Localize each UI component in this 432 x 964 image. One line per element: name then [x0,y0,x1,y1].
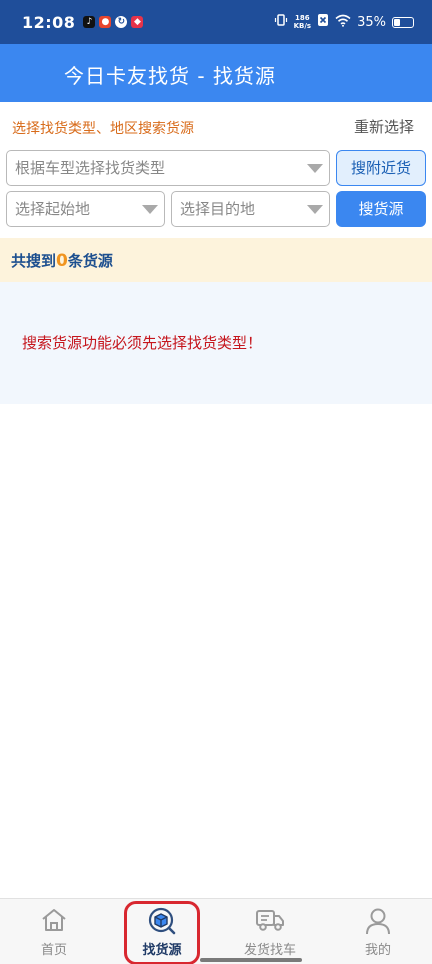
tab-profile[interactable]: 我的 [324,899,432,964]
bottom-tab-bar: 首页 找货源 发货找车 我的 [0,898,432,964]
cargo-type-select[interactable]: 根据车型选择找货类型 [6,150,330,186]
tab-ship-find-truck[interactable]: 发货找车 [216,899,324,964]
cargo-search-icon [148,907,176,939]
network-speed: 186 KB/s [293,14,312,30]
status-right: 186 KB/s 35% [274,13,414,31]
filter-hint: 选择找货类型、地区搜索货源 [12,121,194,137]
filter-hint-row: 选择找货类型、地区搜索货源 重新选择 [0,108,432,146]
truck-icon [255,907,285,937]
origin-select-value: 选择起始地 [15,200,91,218]
tab-find-cargo-label: 找货源 [142,943,182,958]
search-error-message: 搜索货源功能必须先选择找货类型！ [22,334,263,352]
battery-percent: 35% [357,14,386,30]
tab-home[interactable]: 首页 [0,899,108,964]
tab-ship-find-truck-label: 发货找车 [243,943,296,958]
home-icon [40,907,68,937]
result-count-bar: 共搜到0条货源 [0,238,432,282]
notification-icons: ♪ ● ↻ ◆ [83,16,144,28]
chevron-down-icon [307,164,323,173]
destination-select[interactable]: 选择目的地 [171,191,330,227]
chevron-down-icon [307,205,323,214]
tab-find-cargo[interactable]: 找货源 [108,899,216,964]
cargo-type-select-value: 根据车型选择找货类型 [15,159,166,177]
home-indicator[interactable] [200,958,302,962]
result-count: 共搜到0条货源 [11,251,113,271]
status-time: 12:08 [22,12,76,32]
result-list: 搜索货源功能必须先选择找货类型！ [0,282,432,404]
status-bar: 12:08 ♪ ● ↻ ◆ 186 KB/s 35% [0,0,432,44]
tab-profile-label: 我的 [364,943,391,958]
search-cargo-button[interactable]: 搜货源 [336,191,426,227]
page-title: 今日卡友找货 - 找货源 [64,64,276,88]
reset-selection-button[interactable]: 重新选择 [354,116,414,137]
sync-icon: ↻ [115,16,128,28]
app-notification-icon: ● [99,16,112,28]
title-bar: 今日卡友找货 - 找货源 [0,44,432,102]
search-nearby-button[interactable]: 搜附近货 [336,150,426,186]
vibrate-icon [274,13,288,31]
user-icon [365,907,391,939]
destination-select-value: 选择目的地 [180,200,256,218]
wifi-icon [335,14,351,31]
battery-level-fill [394,18,400,26]
chevron-down-icon [142,205,158,214]
battery-icon [392,16,414,28]
no-sim-icon [317,13,329,31]
tab-home-label: 首页 [40,943,67,958]
shopping-app-icon: ◆ [131,16,144,28]
result-count-number: 0 [56,251,68,271]
origin-select[interactable]: 选择起始地 [6,191,165,227]
tiktok-icon: ♪ [83,16,96,28]
